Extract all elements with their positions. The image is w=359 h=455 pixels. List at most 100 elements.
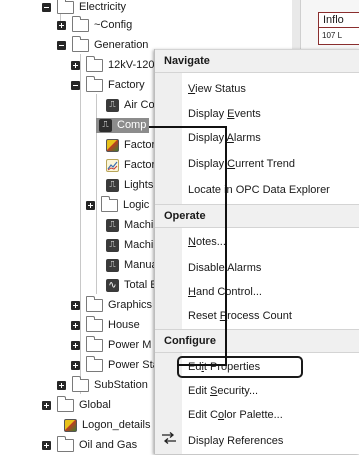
tree-item-total-e[interactable]: ∿ Total E <box>106 275 158 295</box>
edit-properties-highlight-box <box>177 356 303 378</box>
tree-item-label: Manua <box>124 259 158 271</box>
tree-item-label: Graphics <box>108 299 153 311</box>
tree-item-label: Power Sta <box>108 359 159 371</box>
tree-item-label: Logon_details <box>82 419 151 431</box>
digital-point-icon: ⎍ <box>106 218 119 232</box>
menu-item-display-references[interactable]: Display References <box>182 429 359 453</box>
tree-item-generation[interactable]: Generation <box>57 35 148 55</box>
tree-item-label: Factor <box>124 139 156 151</box>
tree-item-label: ~Config <box>94 19 133 31</box>
digital-point-icon: ⎍ <box>106 178 119 192</box>
tree-item-label: Factory <box>108 79 145 91</box>
mimic-value-cell: 107 L <box>318 28 359 45</box>
expand-icon[interactable] <box>71 360 80 370</box>
tree-item-label: Air Co <box>124 99 155 111</box>
expand-icon[interactable] <box>86 200 95 210</box>
menu-icon-gutter <box>155 49 182 454</box>
tree-item-label: Lights <box>124 179 154 191</box>
tree-item-label: Electricity <box>79 1 127 13</box>
tree-item-label: Generation <box>94 39 149 51</box>
folder-icon <box>86 55 103 72</box>
menu-item-hand-control[interactable]: Hand Control... <box>182 280 359 304</box>
tree-item-logic[interactable]: Logic <box>86 195 149 215</box>
menu-item-disable-alarms[interactable]: Disable Alarms <box>182 256 359 280</box>
menu-item-edit-security[interactable]: Edit Security... <box>182 379 359 403</box>
expand-icon[interactable] <box>71 340 80 350</box>
tree-item-comp-selected[interactable]: ⎍ Comp <box>96 115 150 135</box>
tree-item-label: 12kV-120 <box>108 59 155 71</box>
menu-item-display-alarms[interactable]: Display Alarms <box>182 126 359 150</box>
folder-icon <box>86 355 103 372</box>
collapse-icon[interactable] <box>42 2 51 12</box>
folder-icon <box>72 35 89 52</box>
mimic-image-icon <box>64 418 77 432</box>
tree-item-machi-1[interactable]: ⎍ Machi <box>106 215 153 235</box>
selected-item[interactable]: ⎍ Comp <box>96 117 150 133</box>
mimic-header-cell: Inflo <box>318 12 359 28</box>
tree-item-label: Power M <box>108 339 152 351</box>
menu-item-locate-opc[interactable]: Locate in OPC Data Explorer <box>182 178 359 202</box>
expand-icon[interactable] <box>42 440 51 450</box>
tree-item-oil-and-gas[interactable]: Oil and Gas <box>42 435 137 455</box>
folder-icon <box>86 335 103 352</box>
tree-item-lights[interactable]: ⎍ Lights <box>106 175 153 195</box>
folder-icon <box>86 315 103 332</box>
tree-item-substation[interactable]: SubStation <box>57 375 148 395</box>
section-configure: Configure <box>155 329 359 353</box>
section-navigate: Navigate <box>155 49 359 73</box>
tree-item-label: Oil and Gas <box>79 439 138 451</box>
tree-item-house[interactable]: House <box>71 315 140 335</box>
tree-item-label: Logic <box>123 199 150 211</box>
folder-icon <box>72 15 89 32</box>
tree-item-label: Factor <box>124 159 156 171</box>
expand-icon[interactable] <box>42 400 51 410</box>
digital-point-icon: ⎍ <box>106 258 119 272</box>
expand-icon[interactable] <box>71 60 80 70</box>
folder-icon <box>101 195 118 212</box>
folder-icon <box>86 75 103 92</box>
tree-item-logon-details[interactable]: Logon_details <box>64 415 151 435</box>
tree-item-label: SubStation <box>94 379 148 391</box>
tree-item-machi-2[interactable]: ⎍ Machi <box>106 235 153 255</box>
digital-point-icon: ⎍ <box>106 238 119 252</box>
menu-item-display-current-trend[interactable]: Display Current Trend <box>182 152 359 176</box>
tree-item-config[interactable]: ~Config <box>57 15 132 35</box>
tree-item-label: Total E <box>124 279 158 291</box>
expand-icon[interactable] <box>71 300 80 310</box>
tree-item-power-sta[interactable]: Power Sta <box>71 355 159 375</box>
folder-icon <box>57 435 74 452</box>
expand-icon[interactable] <box>71 320 80 330</box>
menu-item-edit-color-palette[interactable]: Edit Color Palette... <box>182 403 359 427</box>
analog-point-icon: ∿ <box>106 278 119 292</box>
tree-item-label: Comp <box>117 119 147 131</box>
context-menu: Navigate View Status Display Events Disp… <box>154 49 359 454</box>
trend-icon <box>106 158 119 172</box>
collapse-icon[interactable] <box>57 40 66 50</box>
folder-icon <box>57 0 74 14</box>
collapse-icon[interactable] <box>71 80 80 90</box>
tree-item-12kv[interactable]: 12kV-120 <box>71 55 154 75</box>
tree-item-factory[interactable]: Factory <box>71 75 145 95</box>
tree-item-power-m[interactable]: Power M <box>71 335 151 355</box>
menu-item-display-events[interactable]: Display Events <box>182 102 359 126</box>
tree-item-label: Global <box>79 399 111 411</box>
tree-item-label: Machi <box>124 239 154 251</box>
folder-icon <box>86 295 103 312</box>
folder-icon <box>72 375 89 392</box>
menu-item-notes[interactable]: Notes... <box>182 230 359 254</box>
tree-item-global[interactable]: Global <box>42 395 111 415</box>
tree-item-factor-image[interactable]: Factor <box>106 135 155 155</box>
digital-point-icon: ⎍ <box>99 118 112 132</box>
expand-icon[interactable] <box>57 380 66 390</box>
tree-item-graphics[interactable]: Graphics <box>71 295 152 315</box>
tree-item-factor-trend[interactable]: Factor <box>106 155 155 175</box>
menu-item-view-status[interactable]: View Status <box>182 77 359 101</box>
mimic-image-icon <box>106 138 119 152</box>
digital-point-icon: ⎍ <box>106 98 119 112</box>
tree-item-label: Machi <box>124 219 154 231</box>
folder-icon <box>57 395 74 412</box>
menu-item-reset-process-count[interactable]: Reset Process Count <box>182 304 359 328</box>
expand-icon[interactable] <box>57 20 66 30</box>
tree-item-air-co[interactable]: ⎍ Air Co <box>106 95 155 115</box>
tree-item-manua[interactable]: ⎍ Manua <box>106 255 158 275</box>
